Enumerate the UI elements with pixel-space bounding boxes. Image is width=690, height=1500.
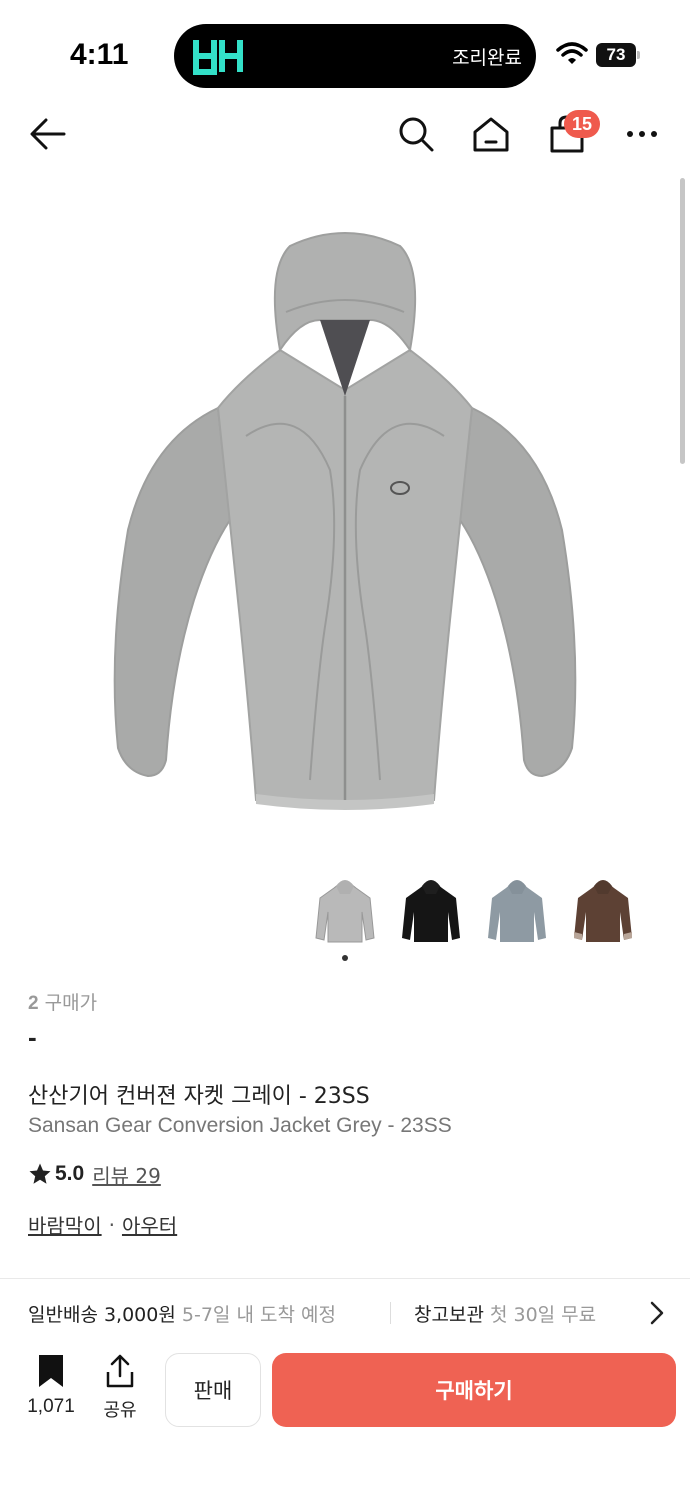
search-icon[interactable]: [396, 114, 436, 154]
home-icon[interactable]: [471, 114, 511, 154]
thumbnail-grey[interactable]: [312, 872, 378, 946]
dynamic-island: 조리완료: [174, 24, 536, 88]
scrollbar[interactable]: [680, 178, 685, 464]
standard-delivery-eta: 5-7일 내 도착 예정: [181, 1304, 336, 1326]
baemin-logo-icon: [193, 40, 243, 75]
product-title-english: Sansan Gear Conversion Jacket Grey - 23S…: [28, 1114, 452, 1137]
standard-delivery-label: 일반배송 3,000원: [28, 1304, 176, 1326]
rating-value: 5.0: [55, 1162, 85, 1185]
thumbnail-brown[interactable]: [570, 872, 636, 946]
bottom-action-bar: 1,071 공유 판매 구매하기: [0, 1340, 690, 1500]
sell-button[interactable]: 판매: [165, 1353, 261, 1427]
divider: [0, 1278, 690, 1279]
chevron-right-icon[interactable]: [646, 1300, 668, 1326]
buy-button[interactable]: 구매하기: [272, 1353, 676, 1427]
thumbnail-black[interactable]: [398, 872, 464, 946]
more-icon[interactable]: [622, 114, 662, 154]
review-link[interactable]: 리뷰 29: [92, 1160, 161, 1189]
carousel-page-indicator: [342, 955, 348, 961]
warehouse-storage: 창고보관 첫 30일 무료: [414, 1300, 596, 1327]
bookmark-button[interactable]: 1,071: [22, 1354, 80, 1418]
wifi-icon: [556, 42, 588, 64]
delivery-separator: [390, 1302, 391, 1324]
bookmark-icon: [39, 1355, 63, 1387]
buyers-label: 구매가: [44, 992, 98, 1014]
buyers-count: 2 구매가: [28, 988, 97, 1015]
status-time: 4:11: [70, 38, 129, 71]
back-arrow-icon[interactable]: [28, 114, 68, 154]
status-bar: 4:11 조리완료 73: [0, 0, 690, 110]
warehouse-note: 첫 30일 무료: [489, 1304, 597, 1326]
battery-level: 73: [606, 45, 626, 64]
category-windbreaker-link[interactable]: 바람막이: [28, 1210, 102, 1239]
island-status-text: 조리완료: [452, 47, 522, 69]
star-icon: [29, 1163, 51, 1184]
battery-icon: 73: [596, 43, 640, 67]
standard-delivery: 일반배송 3,000원 5-7일 내 도착 예정: [28, 1300, 336, 1327]
category-row: 바람막이 · 아우터: [28, 1210, 177, 1239]
delivery-row[interactable]: 일반배송 3,000원 5-7일 내 도착 예정 창고보관 첫 30일 무료: [0, 1284, 690, 1340]
buyers-count-value: 2: [28, 993, 39, 1014]
product-image[interactable]: [90, 200, 600, 820]
product-title-korean: 산산기어 컨버젼 자켓 그레이 - 23SS: [28, 1084, 370, 1109]
price: -: [28, 1022, 37, 1052]
rating-row: 5.0 리뷰 29: [28, 1160, 161, 1188]
thumbnail-blue-grey[interactable]: [484, 872, 550, 946]
cart-count-badge: 15: [564, 110, 601, 138]
share-button[interactable]: 공유: [96, 1354, 144, 1421]
category-outer-link[interactable]: 아우터: [122, 1210, 177, 1239]
bookmark-count: 1,071: [27, 1396, 75, 1417]
category-separator: ·: [108, 1212, 115, 1237]
share-icon: [106, 1354, 134, 1388]
warehouse-label: 창고보관: [414, 1304, 484, 1326]
share-label: 공유: [103, 1400, 137, 1421]
